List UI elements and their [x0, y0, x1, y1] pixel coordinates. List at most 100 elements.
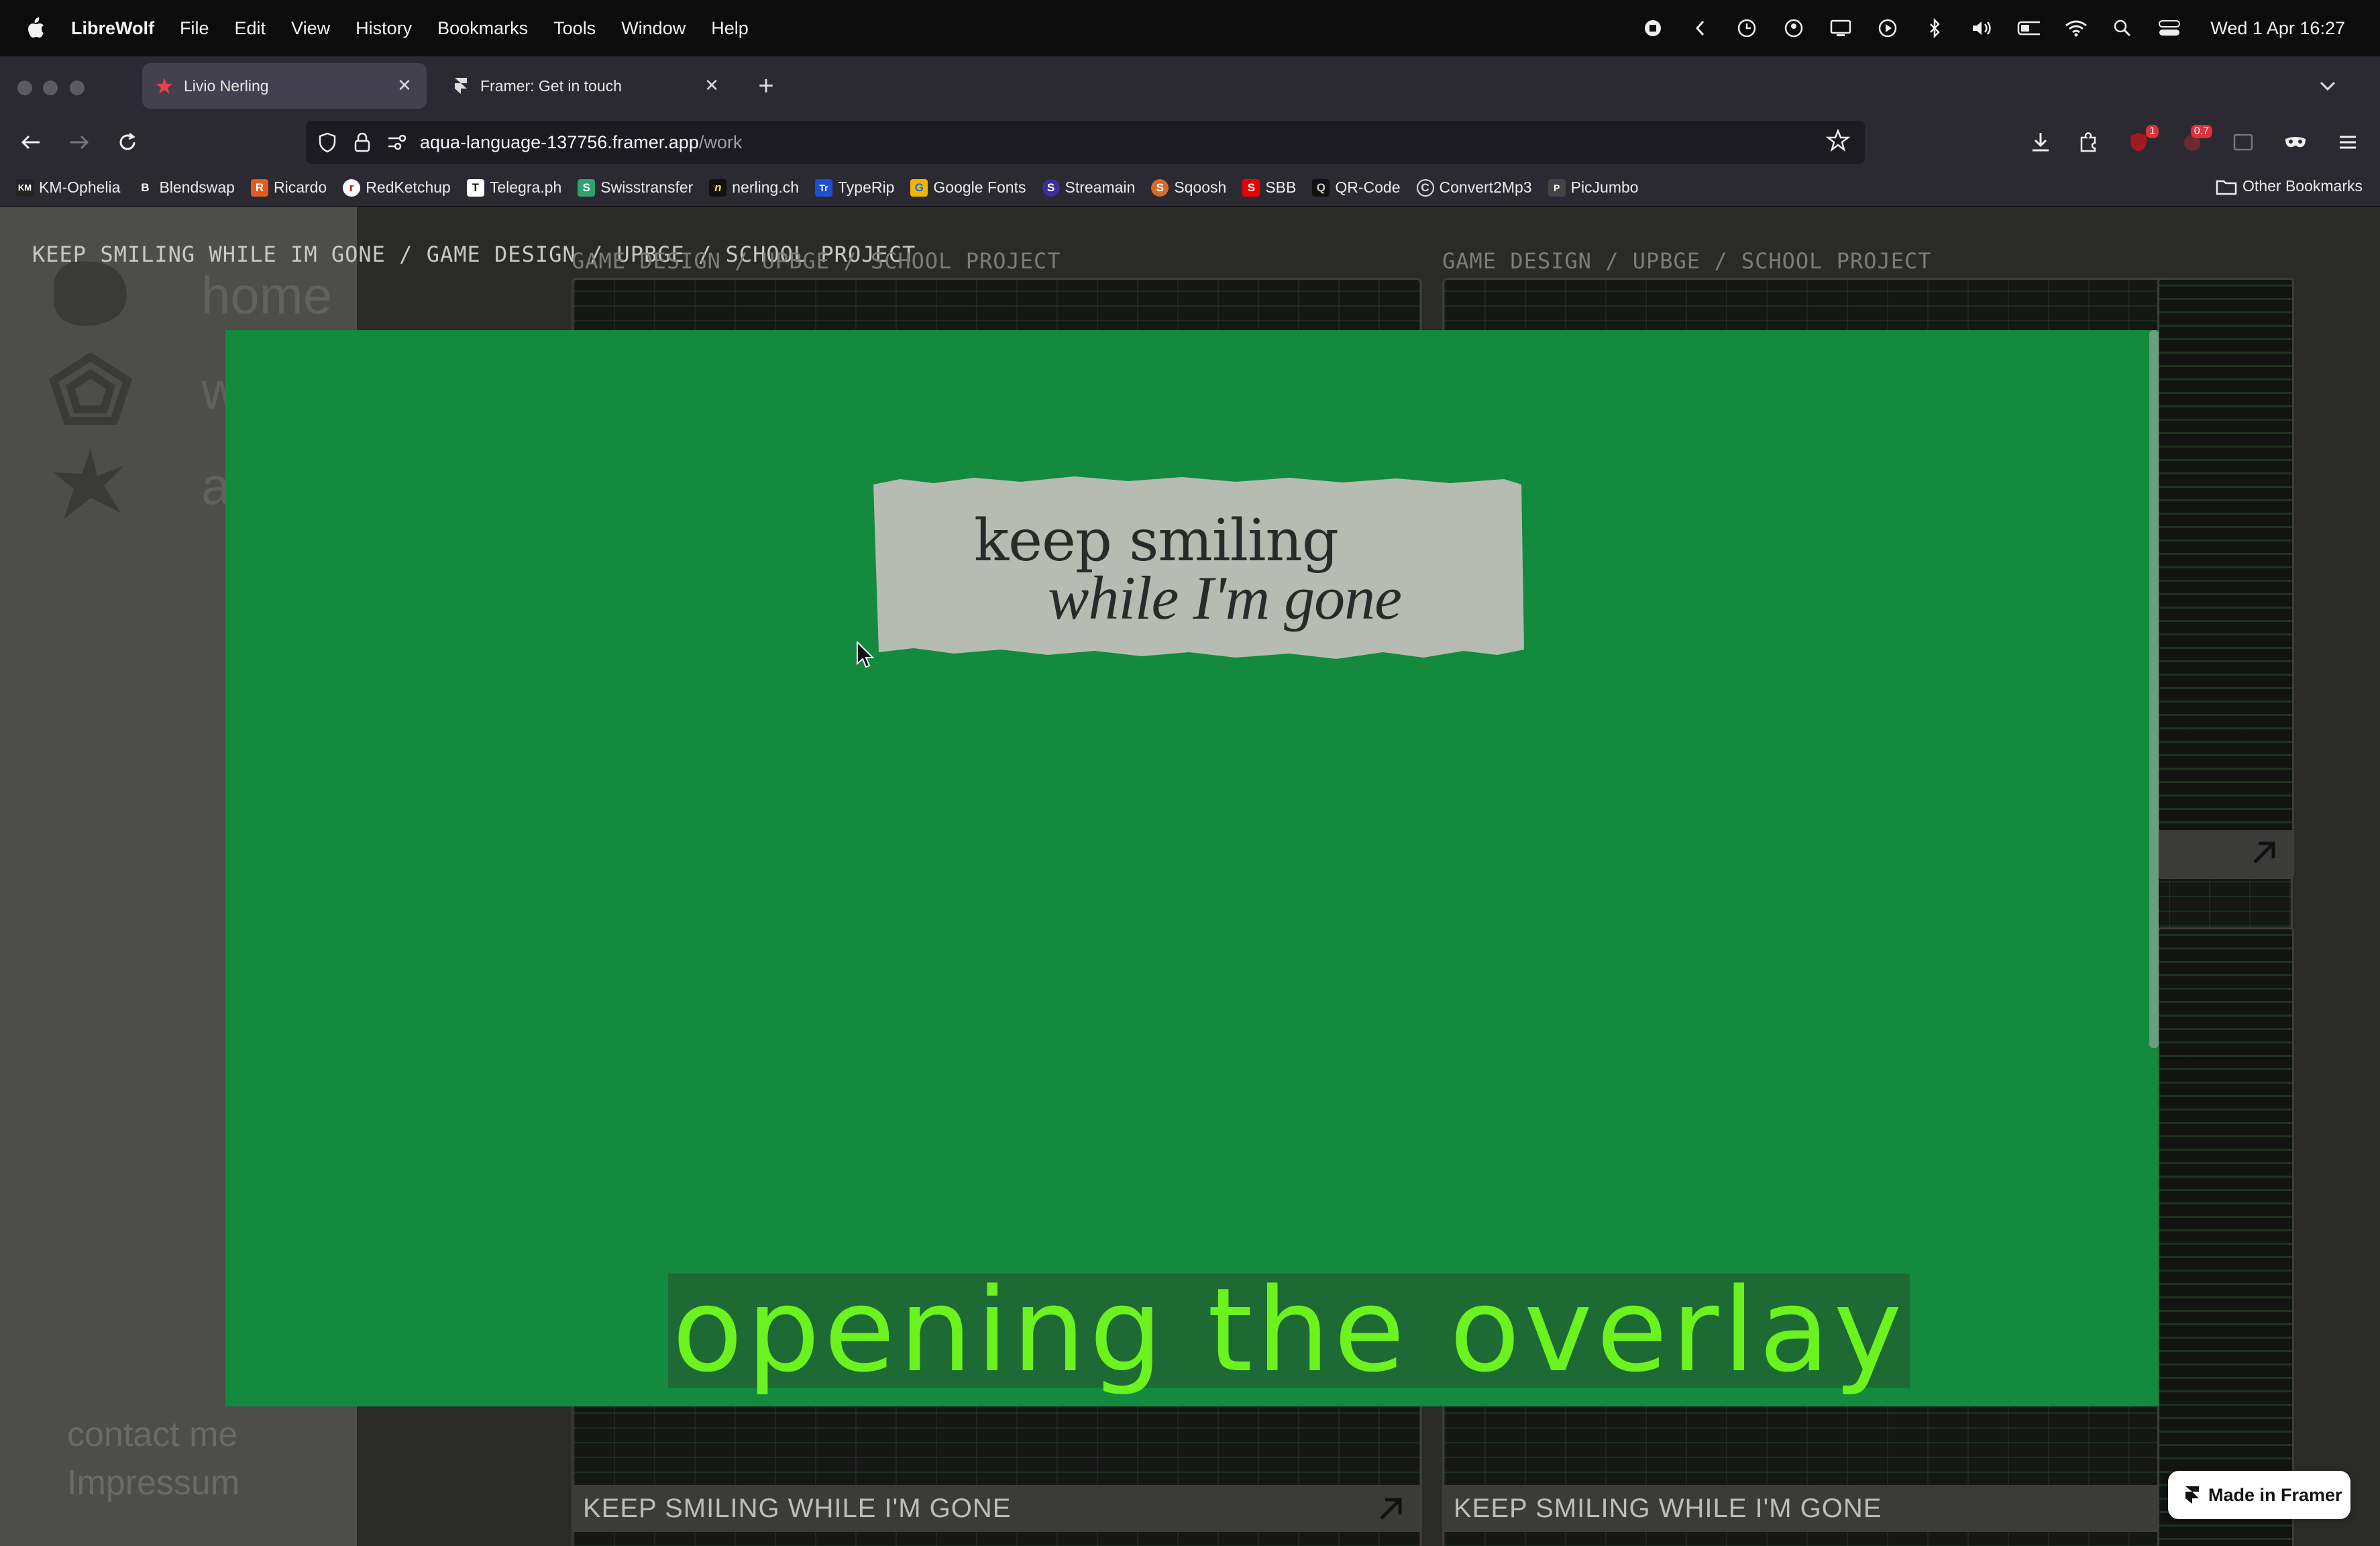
arrow-up-right-icon[interactable]: [2249, 838, 2279, 868]
framer-logo-icon: [451, 76, 471, 96]
bookmark-label: Blendswap: [159, 178, 235, 196]
bookmark-swisstransfer[interactable]: S Swisstransfer: [578, 178, 693, 197]
bookmark-label: TypeRip: [838, 178, 895, 196]
bookmark-label: SBB: [1265, 178, 1297, 196]
spotlight-search-icon[interactable]: [2111, 17, 2134, 40]
menu-help[interactable]: Help: [711, 18, 749, 39]
bookmark-picjumbo[interactable]: P PicJumbo: [1548, 178, 1639, 197]
tab-close-icon[interactable]: ✕: [702, 75, 722, 95]
extensions-puzzle-icon[interactable]: [2073, 126, 2105, 158]
bookmark-sqoosh[interactable]: S Sqoosh: [1151, 178, 1226, 197]
list-all-tabs-chevron-down-icon[interactable]: [2314, 72, 2341, 99]
card-caption-bar: KEEP SMILING WHILE I'M GONE: [574, 1485, 1420, 1532]
downloads-icon[interactable]: [2024, 126, 2057, 158]
bookmark-telegraph[interactable]: T Telegra.ph: [466, 178, 562, 197]
record-icon[interactable]: [1641, 17, 1664, 40]
bookmark-sbb[interactable]: S SBB: [1242, 178, 1296, 197]
bookmark-label: KM-Ophelia: [39, 178, 121, 196]
redketchup-icon: r: [343, 178, 361, 197]
arrow-up-right-icon[interactable]: [1376, 1494, 1405, 1524]
wifi-icon[interactable]: [2064, 17, 2088, 40]
private-mask-icon[interactable]: [2279, 126, 2312, 158]
hamburger-menu-icon[interactable]: [2332, 126, 2364, 158]
sbb-icon: S: [1242, 178, 1260, 197]
menu-clock[interactable]: Wed 1 Apr 16:27: [2210, 18, 2345, 39]
bookmark-nerling[interactable]: n nerling.ch: [709, 178, 799, 197]
outliner-panel-screenshot: [2157, 278, 2294, 879]
bookmark-km-ophelia[interactable]: KM KM-Ophelia: [16, 178, 120, 197]
bookmark-convert2mp3[interactable]: C Convert2Mp3: [1416, 178, 1532, 197]
made-in-framer-label: Made in Framer: [2208, 1484, 2342, 1505]
bookmark-ricardo[interactable]: R Ricardo: [250, 178, 327, 197]
work-spiral-icon: [48, 352, 133, 425]
bookmark-typerip[interactable]: Tr TypeRip: [815, 178, 894, 197]
user-account-icon[interactable]: [1782, 17, 1805, 40]
window-zoom-dot[interactable]: [70, 81, 85, 95]
menu-history[interactable]: History: [356, 18, 412, 39]
back-arrow-icon[interactable]: [15, 126, 47, 158]
nerling-icon: n: [709, 178, 727, 197]
typerip-icon: Tr: [815, 178, 833, 197]
bookmark-blendswap[interactable]: B Blendswap: [136, 178, 235, 197]
display-icon[interactable]: [1829, 17, 1852, 40]
window-minimize-dot[interactable]: [43, 81, 58, 95]
forward-arrow-icon[interactable]: [63, 126, 95, 158]
menu-tools[interactable]: Tools: [553, 18, 596, 39]
site-permissions-icon[interactable]: [384, 129, 411, 156]
google-fonts-icon: G: [910, 178, 928, 197]
ricardo-icon: R: [250, 178, 268, 197]
menu-app-name[interactable]: LibreWolf: [71, 18, 154, 39]
contact-me-link[interactable]: contact me: [67, 1414, 237, 1455]
window-close-dot[interactable]: [17, 81, 32, 95]
menu-bookmarks[interactable]: Bookmarks: [437, 18, 528, 39]
lock-icon[interactable]: [349, 129, 376, 156]
url-bar[interactable]: aqua-language-137756.framer.app/work: [306, 121, 1865, 164]
play-icon[interactable]: [1876, 17, 1899, 40]
impressum-link[interactable]: Impressum: [67, 1463, 239, 1503]
bookmark-label: PicJumbo: [1570, 178, 1639, 196]
reload-icon[interactable]: [111, 126, 144, 158]
tab-close-icon[interactable]: ✕: [394, 75, 415, 95]
bookmark-redketchup[interactable]: r RedKetchup: [343, 178, 451, 197]
ublock-extension-icon[interactable]: 1: [2122, 125, 2159, 158]
sidebar-item-home[interactable]: home: [47, 255, 332, 336]
tab-title: Framer: Get in touch: [480, 76, 622, 95]
breadcrumb-title[interactable]: KEEP SMILING WHILE IM GONE: [32, 242, 386, 267]
sqoosh-icon: S: [1151, 178, 1169, 197]
battery-icon[interactable]: [2017, 17, 2041, 40]
menu-window[interactable]: Window: [621, 18, 686, 39]
tab-livio-nerling[interactable]: Livio Nerling ✕: [142, 63, 427, 109]
mouse-pointer-icon: [857, 641, 875, 668]
time-machine-icon[interactable]: [1735, 17, 1758, 40]
control-center-icon[interactable]: [2158, 17, 2181, 40]
volume-icon[interactable]: [1970, 17, 1993, 40]
overlay-scrollbar[interactable]: [2149, 330, 2159, 1048]
made-in-framer-badge[interactable]: Made in Framer: [2168, 1471, 2350, 1519]
other-bookmarks[interactable]: Other Bookmarks: [2216, 177, 2363, 195]
extension-badge-value: 0.7: [2190, 125, 2212, 138]
km-ophelia-icon: KM: [16, 178, 34, 197]
other-bookmarks-label: Other Bookmarks: [2242, 177, 2363, 195]
menu-view[interactable]: View: [291, 18, 330, 39]
framer-logo-icon: [2185, 1486, 2199, 1504]
bookmark-label: Google Fonts: [933, 178, 1026, 196]
new-tab-plus-icon[interactable]: +: [750, 70, 782, 102]
menu-file[interactable]: File: [180, 18, 209, 39]
sidebar-toggle-icon[interactable]: [2227, 126, 2259, 158]
bookmark-streamain[interactable]: S Streamain: [1042, 178, 1135, 197]
browser-nav-bar: aqua-language-137756.framer.app/work 1 0…: [0, 115, 2380, 169]
bookmark-google-fonts[interactable]: G Google Fonts: [910, 178, 1026, 197]
bookmark-label: Sqoosh: [1174, 178, 1227, 196]
bookmark-label: nerling.ch: [732, 178, 800, 196]
bookmark-star-icon[interactable]: [1825, 128, 1851, 156]
bookmark-label: Telegra.ph: [489, 178, 562, 196]
browser-tab-bar: Livio Nerling ✕ Framer: Get in touch ✕ +: [0, 56, 2380, 115]
tab-framer-get-in-touch[interactable]: Framer: Get in touch ✕: [439, 63, 734, 109]
menu-edit[interactable]: Edit: [235, 18, 266, 39]
tracking-shield-icon[interactable]: [314, 129, 341, 156]
bookmark-qr-code[interactable]: Q QR-Code: [1312, 178, 1401, 197]
extension-red-icon[interactable]: 0.7: [2176, 125, 2212, 158]
apple-logo-icon[interactable]: [25, 17, 52, 40]
bluetooth-icon[interactable]: [1923, 17, 1946, 40]
chevron-left-icon[interactable]: [1688, 17, 1711, 40]
